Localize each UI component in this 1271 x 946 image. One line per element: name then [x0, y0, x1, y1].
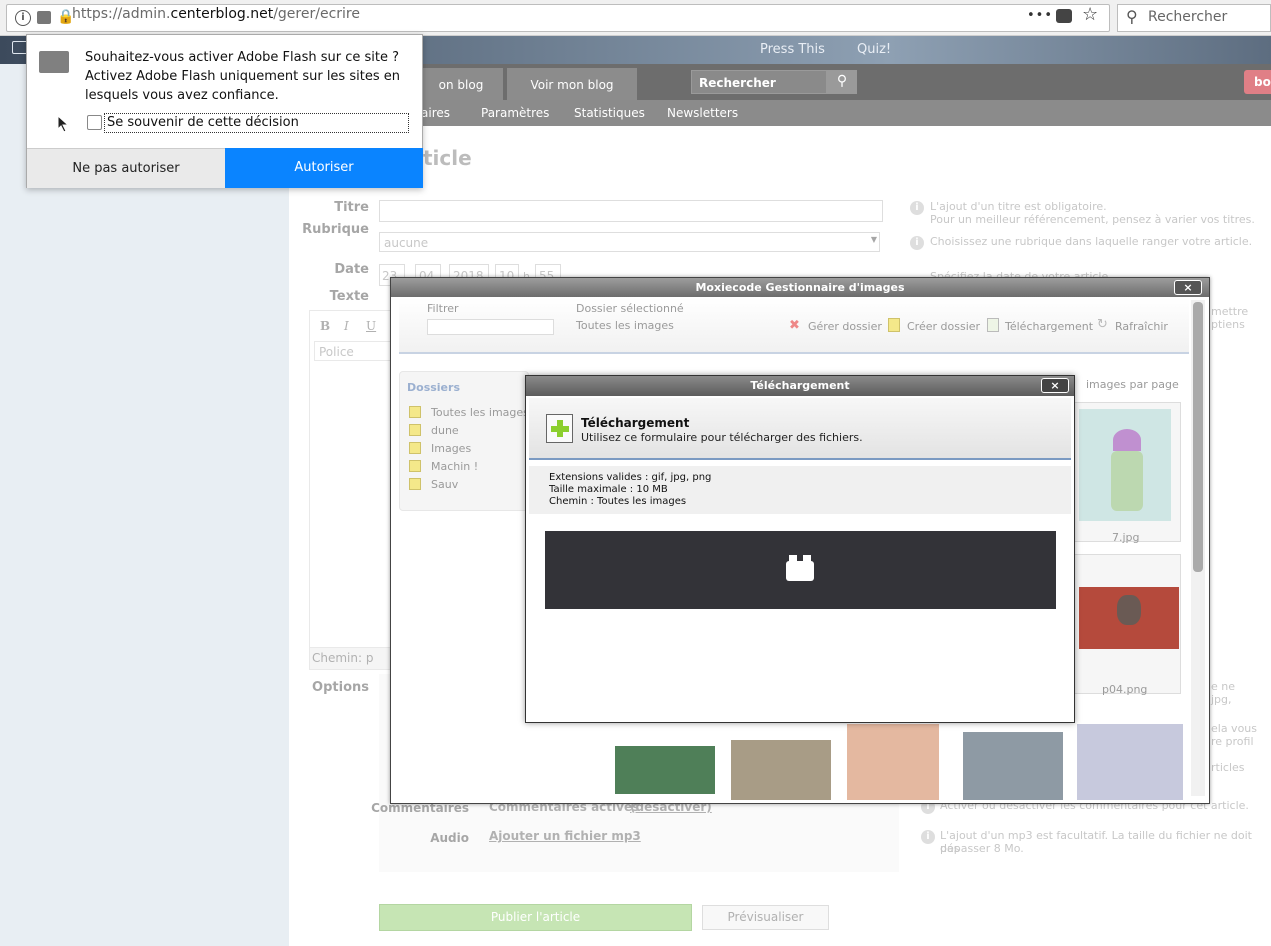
browser-search-placeholder: Rechercher: [1148, 9, 1228, 25]
folder-item[interactable]: Sauv: [431, 478, 458, 491]
tab-my-blog[interactable]: on blog: [419, 68, 503, 100]
plugin-icon[interactable]: [37, 11, 51, 24]
plugin-icon-pin: [789, 555, 797, 561]
site-search-input[interactable]: Rechercher: [691, 70, 827, 94]
thumbnail-image: [1079, 409, 1171, 521]
subnav-settings[interactable]: Paramètres: [481, 106, 549, 120]
search-icon: ⚲: [1126, 7, 1138, 26]
folder-icon: [409, 442, 421, 454]
upload-button[interactable]: Téléchargement: [1005, 320, 1093, 333]
mouse-cursor-icon: [57, 114, 70, 133]
selected-folder-value: Toutes les images: [576, 319, 674, 332]
flash-question: Souhaitez-vous activer Adobe Flash sur c…: [85, 48, 400, 105]
url-prefix: https://admin.: [72, 6, 171, 22]
refresh-button[interactable]: Rafraîchir: [1115, 320, 1168, 333]
upload-heading: Téléchargement: [581, 416, 690, 430]
thumbnail-image: [1079, 587, 1179, 649]
image-thumbnail[interactable]: [731, 740, 831, 800]
subnav-statistics[interactable]: Statistiques: [574, 106, 645, 120]
site-header: on blog Voir mon blog Rechercher ⚲ bo: [289, 64, 1271, 100]
max-size: Taille maximale : 10 MB: [549, 484, 668, 495]
plus-bar-horizontal: [551, 426, 569, 432]
upload-path: Chemin : Toutes les images: [549, 496, 687, 507]
site-subnav: aires Paramètres Statistiques Newsletter…: [289, 100, 1271, 126]
image-thumbnail[interactable]: [847, 724, 939, 800]
upload-info: Extensions valides : gif, jpg, png Taill…: [529, 466, 1071, 514]
filter-input[interactable]: [427, 319, 554, 335]
upload-header: Téléchargement Utilisez ce formulaire po…: [529, 398, 1071, 460]
user-badge[interactable]: bo: [1244, 70, 1271, 94]
thumbnail-art: [1111, 451, 1143, 511]
flash-question-line: Activez Adobe Flash uniquement sur les s…: [85, 69, 400, 84]
image-thumbnail[interactable]: [615, 746, 715, 794]
filter-label: Filtrer: [427, 302, 459, 315]
folder-icon: [409, 478, 421, 490]
flash-plugin-placeholder[interactable]: [545, 531, 1056, 609]
plugin-icon: [39, 51, 69, 73]
bookmark-star-icon[interactable]: ☆: [1082, 4, 1098, 25]
allow-flash-button[interactable]: Autoriser: [225, 148, 423, 188]
tab-view-blog[interactable]: Voir mon blog: [507, 68, 637, 100]
delete-folder-icon: ✖: [789, 318, 800, 333]
left-sidebar: [0, 64, 289, 946]
site-search-button[interactable]: ⚲: [827, 70, 857, 94]
folder-item[interactable]: Machin !: [431, 460, 478, 473]
flash-permission-popup: Souhaitez-vous activer Adobe Flash sur c…: [26, 34, 423, 188]
browser-toolbar: i 🔒 https://admin.centerblog.net/gerer/e…: [0, 0, 1271, 36]
url-text[interactable]: https://admin.centerblog.net/gerer/ecrir…: [72, 6, 360, 22]
upload-dialog: Téléchargement × Téléchargement Utilisez…: [525, 375, 1075, 723]
image-thumbnail[interactable]: p04.png: [1069, 554, 1181, 696]
upload-subheading: Utilisez ce formulaire pour télécharger …: [581, 431, 863, 444]
page-actions-icon[interactable]: •••: [1027, 8, 1053, 23]
refresh-icon: ↻: [1097, 317, 1108, 332]
plugin-icon: [786, 555, 814, 581]
folder-icon: [409, 406, 421, 418]
subnav-comments[interactable]: aires: [421, 106, 450, 120]
bookmark-press-this[interactable]: Press This: [760, 42, 825, 57]
upload-icon: [987, 318, 999, 332]
folders-title: Dossiers: [407, 381, 460, 394]
add-icon: [546, 414, 573, 443]
folder-item[interactable]: Images: [431, 442, 471, 455]
scrollbar-thumb[interactable]: [1193, 302, 1203, 572]
folder-item[interactable]: dune: [431, 424, 459, 437]
thumbnail-art: [1113, 429, 1141, 451]
pocket-icon[interactable]: [1056, 9, 1072, 23]
folder-icon: [409, 460, 421, 472]
thumbnail-label: 7.jpg: [1112, 531, 1140, 544]
selected-folder-label: Dossier sélectionné: [576, 302, 684, 315]
manage-folder-button[interactable]: Gérer dossier: [808, 320, 882, 333]
thumbnail-art: [1117, 595, 1141, 625]
deny-flash-button[interactable]: Ne pas autoriser: [27, 148, 225, 188]
new-folder-icon: [888, 318, 900, 332]
close-icon[interactable]: ×: [1041, 378, 1069, 393]
url-path: /gerer/ecrire: [273, 6, 360, 22]
folder-item[interactable]: Toutes les images: [431, 406, 529, 419]
subnav-newsletters[interactable]: Newsletters: [667, 106, 738, 120]
remember-checkbox[interactable]: [87, 115, 102, 130]
bookmark-quiz[interactable]: Quiz!: [857, 42, 891, 57]
flash-question-line: Souhaitez-vous activer Adobe Flash sur c…: [85, 50, 400, 65]
upload-dialog-title: Téléchargement: [526, 376, 1074, 396]
thumbnail-label: p04.png: [1102, 683, 1148, 696]
image-thumbnail[interactable]: [963, 732, 1063, 800]
flash-question-line: lesquels vous avez confiance.: [85, 88, 279, 103]
image-thumbnail[interactable]: [1077, 724, 1183, 800]
valid-extensions: Extensions valides : gif, jpg, png: [549, 472, 712, 483]
info-icon[interactable]: i: [15, 10, 31, 26]
folder-icon: [409, 424, 421, 436]
images-per-page-label: images par page: [1086, 378, 1179, 391]
url-domain: centerblog.net: [170, 6, 274, 22]
remember-decision-label[interactable]: Se souvenir de cette décision: [104, 113, 409, 133]
image-manager-title: Moxiecode Gestionnaire d'images: [391, 278, 1209, 297]
scrollbar[interactable]: [1191, 300, 1205, 796]
create-folder-button[interactable]: Créer dossier: [907, 320, 980, 333]
close-icon[interactable]: ×: [1174, 280, 1202, 295]
plugin-icon-pin: [803, 555, 811, 561]
image-thumbnail[interactable]: 7.jpg: [1069, 402, 1181, 544]
